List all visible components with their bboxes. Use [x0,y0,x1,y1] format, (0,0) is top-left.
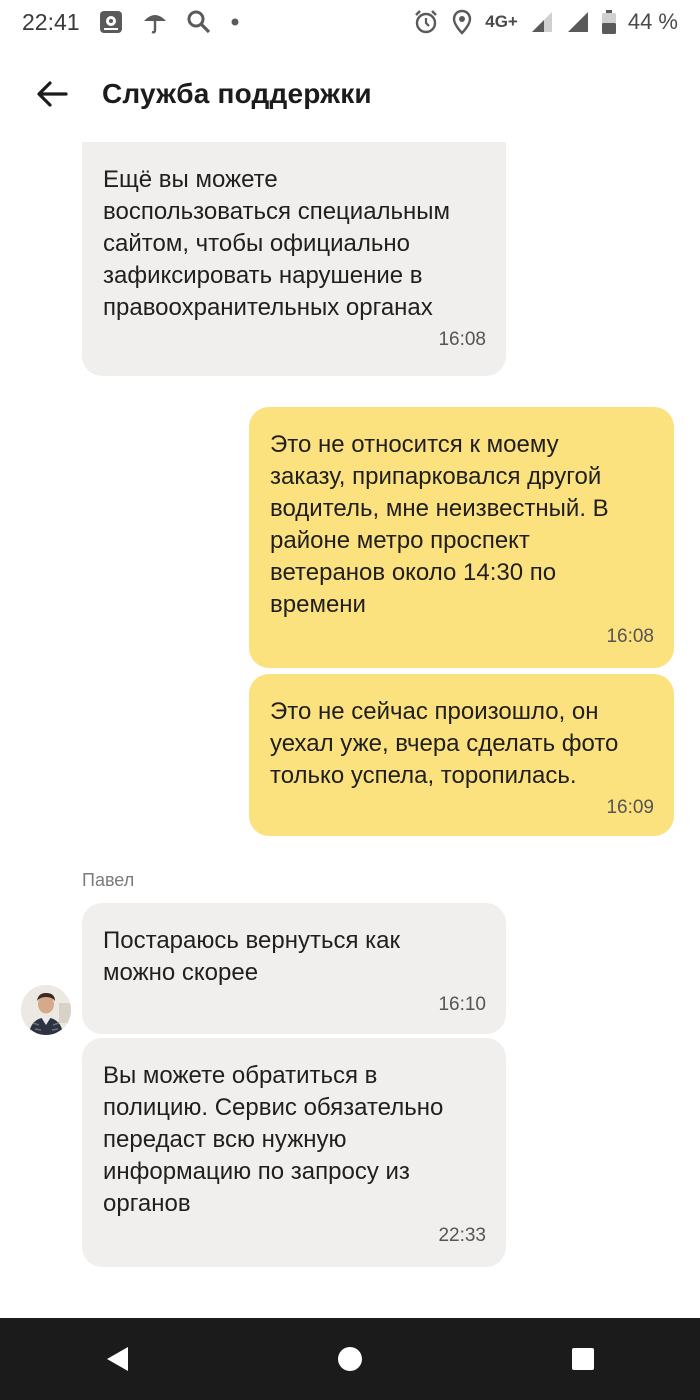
dot-icon [230,17,240,27]
message-incoming: Вы можете обратиться в полицию. Сервис о… [82,1038,506,1267]
message-outgoing: Это не сейчас произошло, он уехал уже, в… [249,674,674,836]
system-nav-bar [0,1318,700,1400]
battery-icon [601,10,616,34]
status-time: 22:41 [22,8,80,35]
nav-back-button[interactable] [77,1329,157,1389]
signal-icon [530,10,554,34]
avatar[interactable] [21,985,71,1035]
search-icon [186,9,212,35]
message-text: Это не сейчас произошло, он уехал уже, в… [270,698,619,789]
app-notification-icon [98,9,124,35]
message-time: 16:08 [606,626,654,647]
message-outgoing: Это не относится к моему заказу, припарк… [249,407,674,668]
home-circle-icon [337,1347,362,1371]
app-header: Служба поддержки [0,56,700,132]
message-time: 22:33 [438,1225,486,1246]
message-text: Это не относится к моему заказу, припарк… [270,431,609,618]
arrow-left-icon [37,81,68,107]
message-time: 16:08 [438,329,486,350]
message-incoming: Постараюсь вернуться как можно скорее 16… [82,903,506,1034]
back-button[interactable] [22,64,82,124]
message-time: 16:10 [438,994,486,1015]
sender-name: Павел [82,870,135,890]
back-triangle-icon [106,1347,128,1371]
signal-icon [566,10,590,34]
umbrella-icon [142,9,168,35]
nav-recents-button[interactable] [543,1329,623,1389]
message-time: 16:09 [606,797,654,818]
nav-home-button[interactable] [310,1329,390,1389]
network-type: 4G+ [485,12,518,31]
message-text: Ещё вы можете воспользоваться специальны… [103,166,451,321]
battery-percent: 44 % [627,9,678,34]
message-text: Вы можете обратиться в полицию. Сервис о… [103,1062,444,1217]
status-bar: 22:41 4G+ 44 % [0,0,700,44]
recents-square-icon [572,1348,595,1370]
page-title: Служба поддержки [102,78,372,109]
location-icon [451,9,473,35]
message-text: Постараюсь вернуться как можно скорее [103,927,400,986]
message-incoming: Ещё вы можете воспользоваться специальны… [82,142,506,376]
alarm-icon [413,9,439,35]
